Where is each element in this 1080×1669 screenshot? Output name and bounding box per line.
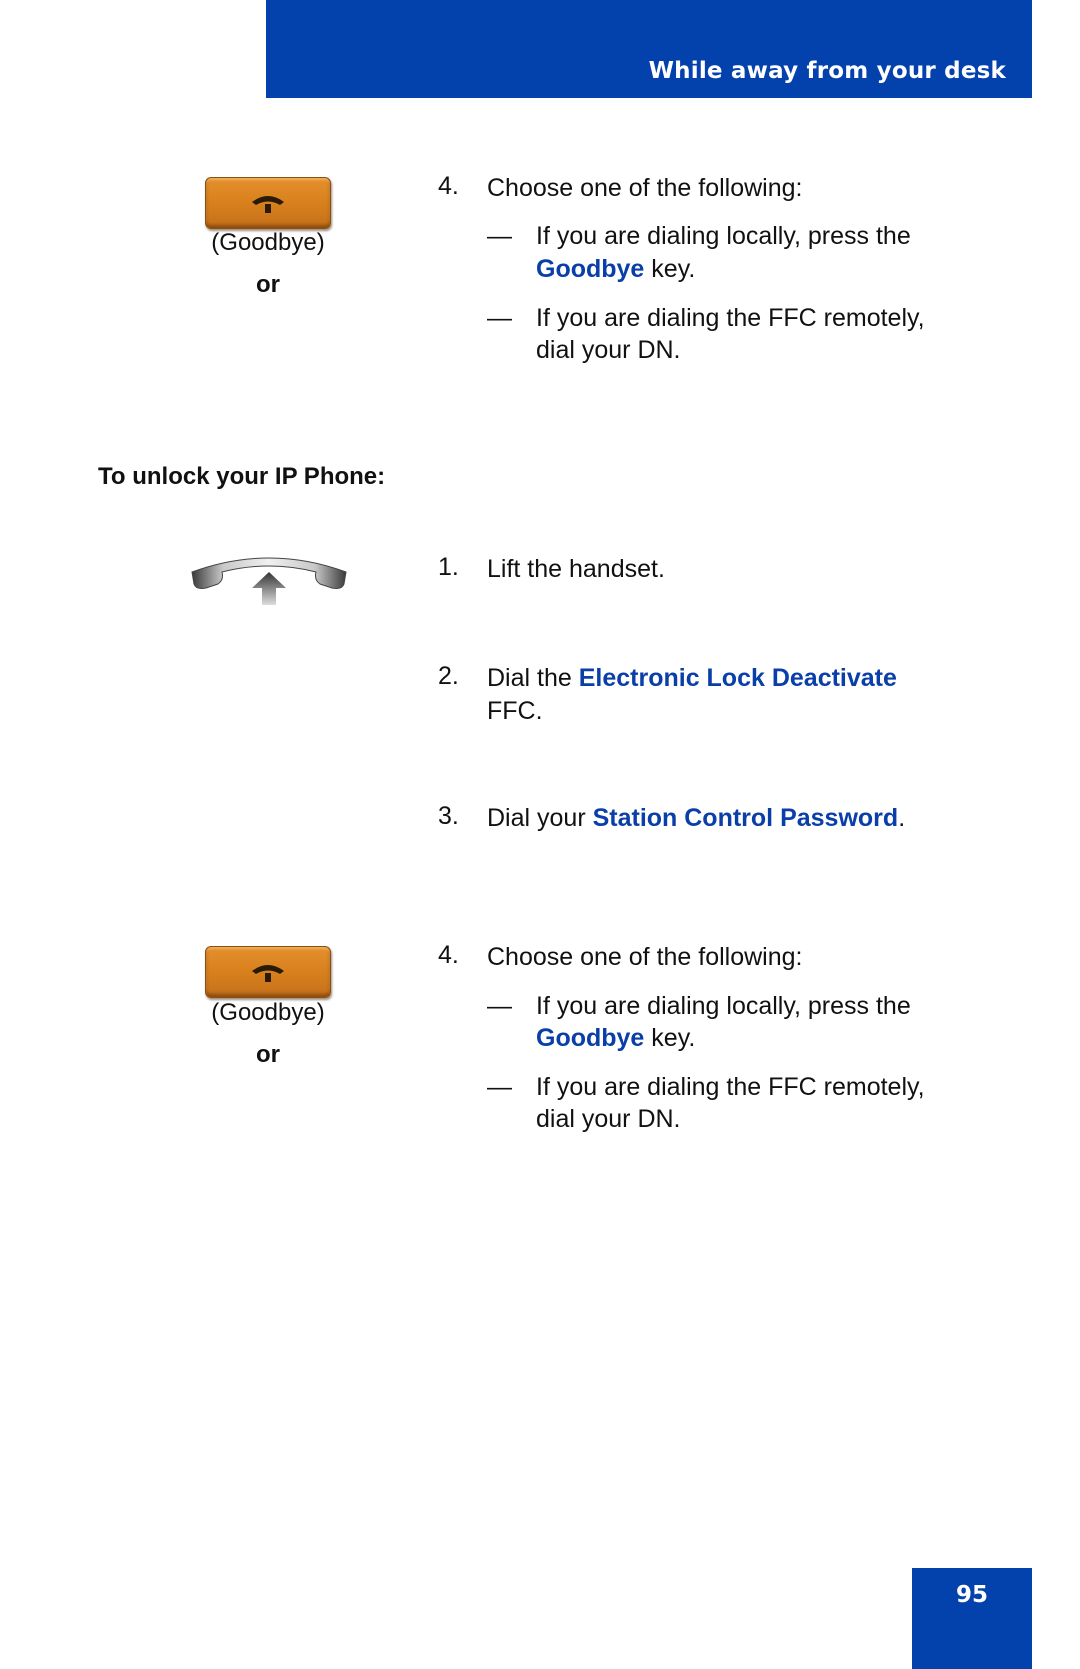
step-number: 1. bbox=[438, 553, 459, 581]
station-control-password-link: Station Control Password bbox=[592, 804, 899, 832]
electronic-lock-deactivate-link: Electronic Lock Deactivate bbox=[578, 664, 897, 692]
step-text: Choose one of the following: bbox=[487, 174, 803, 202]
step-text: Dial the Electronic Lock Deactivate bbox=[487, 664, 897, 692]
goodbye-link: Goodbye bbox=[536, 1024, 645, 1052]
header-title: While away from your desk bbox=[648, 58, 1006, 84]
or-label: or bbox=[256, 1041, 280, 1068]
hang-up-phone-icon bbox=[252, 196, 284, 213]
goodbye-key-label: (Goodbye) bbox=[211, 229, 325, 256]
step-number: 4. bbox=[438, 941, 459, 969]
or-label: or bbox=[256, 271, 280, 298]
dash: — bbox=[487, 1073, 512, 1101]
option-text-line2: Goodbye key. bbox=[536, 255, 696, 283]
step-text: Choose one of the following: bbox=[487, 943, 803, 971]
dash: — bbox=[487, 222, 512, 250]
lift-handset-icon bbox=[191, 557, 347, 605]
goodbye-key bbox=[205, 946, 331, 998]
page-number-box: 95 bbox=[912, 1568, 1032, 1669]
step-number: 2. bbox=[438, 662, 459, 690]
dash: — bbox=[487, 992, 512, 1020]
option-text: If you are dialing locally, press the bbox=[536, 222, 911, 250]
goodbye-key-label: (Goodbye) bbox=[211, 999, 325, 1026]
option-text-line2: dial your DN. bbox=[536, 1105, 681, 1133]
step-number: 4. bbox=[438, 172, 459, 200]
section-heading: To unlock your IP Phone: bbox=[98, 463, 386, 490]
step-text: Lift the handset. bbox=[487, 555, 665, 583]
goodbye-link: Goodbye bbox=[536, 255, 645, 283]
step-number: 3. bbox=[438, 802, 459, 830]
dash: — bbox=[487, 304, 512, 332]
hang-up-phone-icon bbox=[252, 965, 284, 982]
option-text: If you are dialing the FFC remotely, bbox=[536, 304, 925, 332]
step-text-line2: FFC. bbox=[487, 697, 543, 725]
option-text: If you are dialing locally, press the bbox=[536, 992, 911, 1020]
step-text: Dial your Station Control Password. bbox=[487, 804, 906, 832]
option-text-line2: dial your DN. bbox=[536, 336, 681, 364]
goodbye-key bbox=[205, 177, 331, 229]
option-text: If you are dialing the FFC remotely, bbox=[536, 1073, 925, 1101]
option-text-line2: Goodbye key. bbox=[536, 1024, 696, 1052]
header-bar: While away from your desk bbox=[266, 0, 1032, 98]
page-number: 95 bbox=[955, 1582, 988, 1608]
